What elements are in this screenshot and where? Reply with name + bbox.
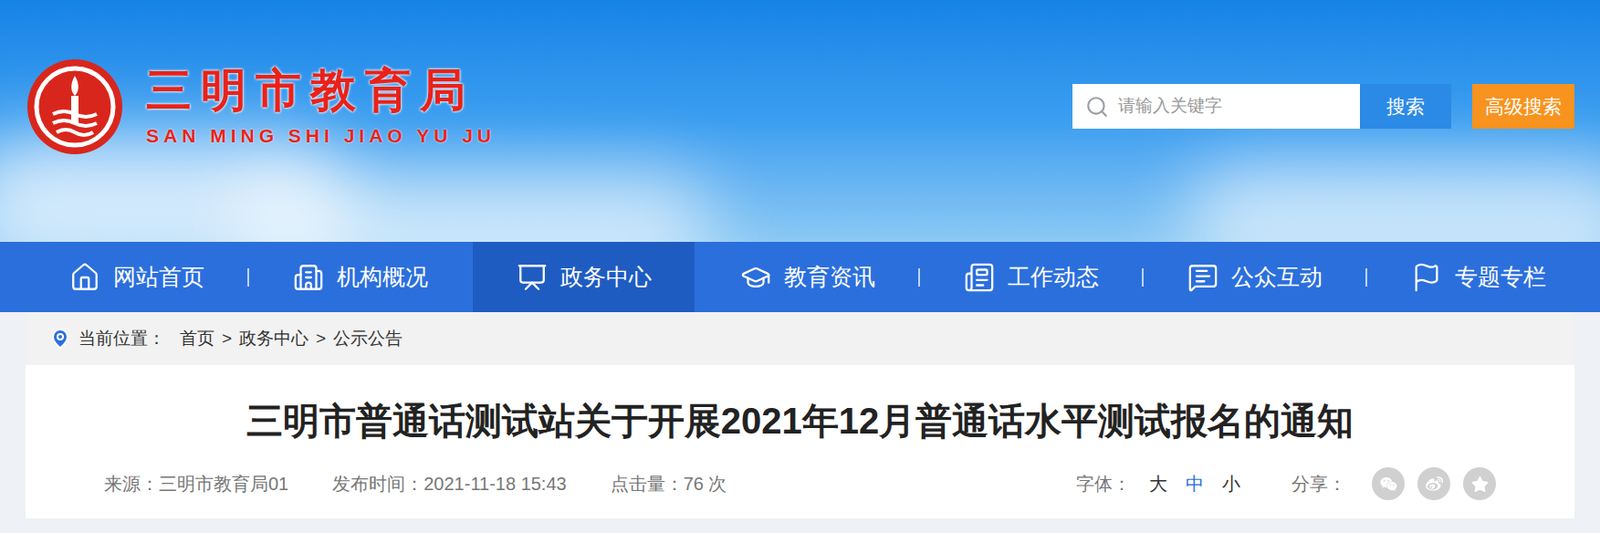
breadcrumb-separator: >	[315, 325, 326, 353]
search-field[interactable]: 请输入关键字	[1072, 83, 1360, 129]
breadcrumb-item[interactable]: 政务中心	[239, 325, 309, 353]
nav-icon	[740, 261, 772, 293]
breadcrumb-separator: >	[221, 325, 232, 353]
header-content: 三明市教育局 SAN MING SHI JIAO YU JU 请输入关键字 搜索高级搜…	[0, 0, 1600, 242]
nav-separator	[1141, 268, 1144, 287]
share-control: 分享：	[1291, 467, 1496, 501]
nav-icon	[292, 261, 325, 293]
meta-item: 发布时间：2021-11-18 15:43	[332, 470, 566, 498]
weibo-icon	[1425, 475, 1444, 493]
site-brand[interactable]: 三明市教育局 SAN MING SHI JIAO YU JU	[25, 57, 496, 157]
site-title: 三明市教育局	[146, 67, 496, 114]
nav-separator	[1365, 268, 1368, 287]
article-meta: 来源：三明市教育局01 发布时间：2021-11-18 15:43 点击量：76 次…	[25, 467, 1575, 519]
page: 三明市教育局 SAN MING SHI JIAO YU JU 请输入关键字 搜索高级搜…	[0, 0, 1600, 533]
nav-separator	[918, 268, 921, 287]
breadcrumb-label: 当前位置：	[78, 325, 166, 353]
nav-icon	[963, 261, 995, 293]
nav-item[interactable]: 网站首页	[25, 241, 248, 313]
breadcrumb: 当前位置：首页>政务中心>公示公告	[25, 312, 1575, 366]
nav-item[interactable]: 工作动态	[920, 241, 1142, 313]
nav-icon	[516, 261, 548, 293]
font-size-control: 字体：大中小	[1076, 470, 1241, 498]
font-size-option[interactable]: 小	[1222, 470, 1241, 498]
nav-item[interactable]: 政务中心	[472, 241, 695, 313]
search-icon	[1085, 94, 1109, 119]
wechat-icon	[1380, 475, 1398, 493]
search-button[interactable]: 搜索	[1359, 83, 1452, 129]
breadcrumb-item[interactable]: 首页	[179, 325, 215, 353]
share-button[interactable]	[1371, 467, 1405, 501]
breadcrumb-item[interactable]: 公示公告	[333, 325, 403, 353]
cloud	[237, 173, 712, 242]
nav-item[interactable]: 公众互动	[1143, 241, 1366, 313]
nav-separator	[694, 268, 697, 287]
font-size-option[interactable]: 中	[1185, 470, 1204, 498]
advanced-search-button[interactable]: 高级搜索	[1472, 83, 1575, 129]
share-button[interactable]	[1417, 467, 1451, 501]
cloud	[1186, 164, 1600, 242]
nav-separator	[1589, 268, 1591, 287]
share-button[interactable]	[1463, 467, 1496, 501]
main-nav: 网站首页机构概况政务中心教育资讯工作动态公众互动专题专栏	[0, 241, 1600, 313]
header-banner: 三明市教育局 SAN MING SHI JIAO YU JU 请输入关键字 搜索高级搜…	[0, 0, 1600, 242]
article-title: 三明市普通话测试站关于开展2021年12月普通话水平测试报名的通知	[25, 365, 1575, 468]
nav-item[interactable]: 教育资讯	[696, 241, 919, 313]
nav-separator	[247, 268, 250, 287]
search-bar: 请输入关键字 搜索高级搜索	[1072, 83, 1575, 129]
nav-item[interactable]: 机构概况	[249, 241, 471, 313]
font-size-option[interactable]: 大	[1149, 470, 1168, 498]
nav-item[interactable]: 专题专栏	[1367, 241, 1590, 313]
meta-item: 来源：三明市教育局01	[104, 470, 289, 498]
site-subtitle: SAN MING SHI JIAO YU JU	[146, 125, 496, 146]
nav-icon	[69, 261, 101, 293]
logo-icon	[25, 57, 125, 157]
location-icon	[49, 327, 72, 350]
search-placeholder: 请输入关键字	[1118, 93, 1223, 120]
favorite-icon	[1471, 475, 1489, 493]
content-card: 当前位置：首页>政务中心>公示公告三明市普通话测试站关于开展2021年12月普通…	[25, 312, 1575, 519]
nav-icon	[1187, 261, 1219, 293]
meta-item: 点击量：76 次	[610, 470, 728, 498]
nav-icon	[1411, 261, 1443, 293]
